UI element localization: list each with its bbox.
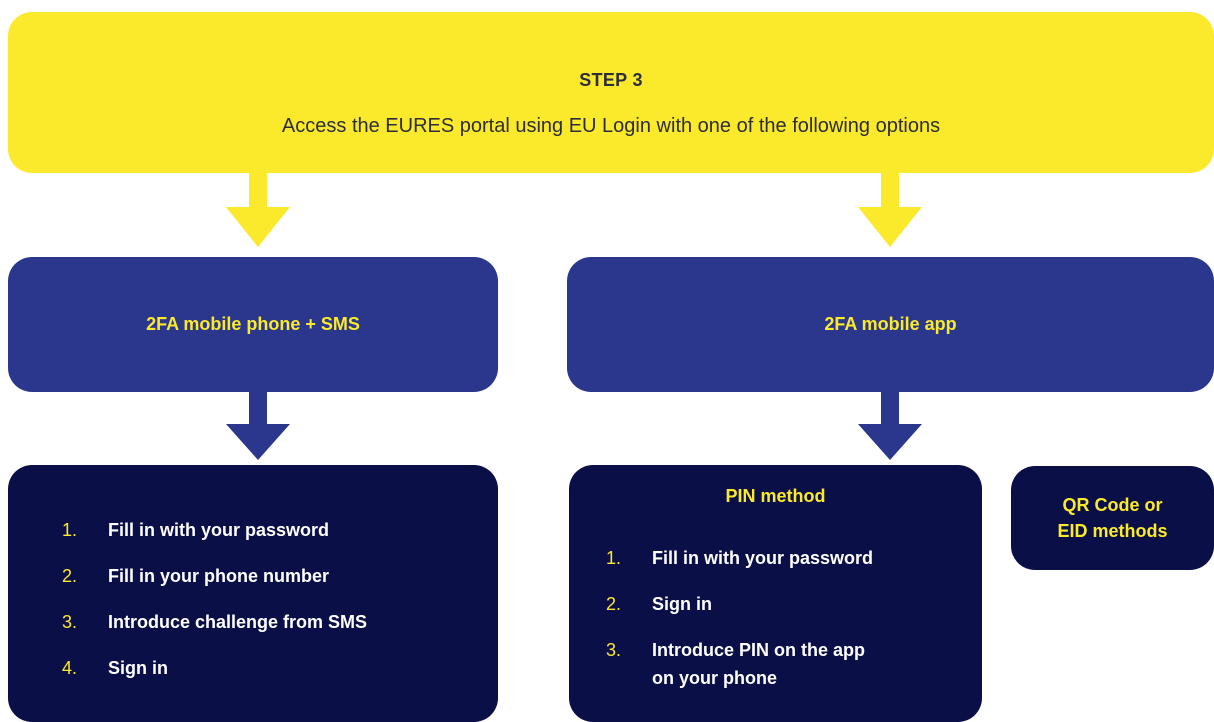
option-app-box: 2FA mobile app: [567, 257, 1214, 392]
step-number: 3.: [62, 612, 78, 632]
step-text: Fill in your phone number: [108, 566, 330, 586]
arrow-down-blue-right: [858, 392, 922, 460]
pin-method-box: PIN method 1. Fill in with your password…: [569, 465, 982, 722]
step-number: 2.: [606, 594, 622, 614]
step-text: Sign in: [652, 594, 712, 614]
option-app-label: 2FA mobile app: [824, 314, 957, 334]
step-text: Fill in with your password: [108, 520, 330, 540]
sms-steps-box: 1. Fill in with your password 2. Fill in…: [8, 465, 498, 722]
other-methods-box: QR Code or EID methods: [1011, 466, 1214, 570]
step-text: Sign in: [108, 658, 168, 678]
pin-method-title: PIN method: [725, 486, 826, 506]
option-sms-label: 2FA mobile phone + SMS: [146, 314, 360, 334]
step-text: Introduce challenge from SMS: [108, 612, 368, 632]
step-text: Fill in with your password: [652, 548, 874, 568]
arrow-down-blue-left: [226, 392, 290, 460]
step-number: 3.: [606, 640, 622, 660]
step-number: 1.: [606, 548, 622, 568]
other-methods-line-2: EID methods: [1057, 521, 1168, 541]
step-number: 2.: [62, 566, 78, 586]
step-box: STEP 3 Access the EURES portal using EU …: [8, 12, 1214, 173]
arrow-down-yellow-left: [226, 173, 290, 247]
step-number: 1.: [62, 520, 78, 540]
step-title: STEP 3: [579, 70, 643, 90]
step-subtitle: Access the EURES portal using EU Login w…: [281, 115, 941, 137]
option-sms-box: 2FA mobile phone + SMS: [8, 257, 498, 392]
step-text: on your phone: [652, 668, 777, 688]
other-methods-line-1: QR Code or: [1062, 495, 1163, 515]
step-number: 4.: [62, 658, 78, 678]
step-text: Introduce PIN on the app: [652, 640, 866, 660]
arrow-down-yellow-right: [858, 173, 922, 247]
